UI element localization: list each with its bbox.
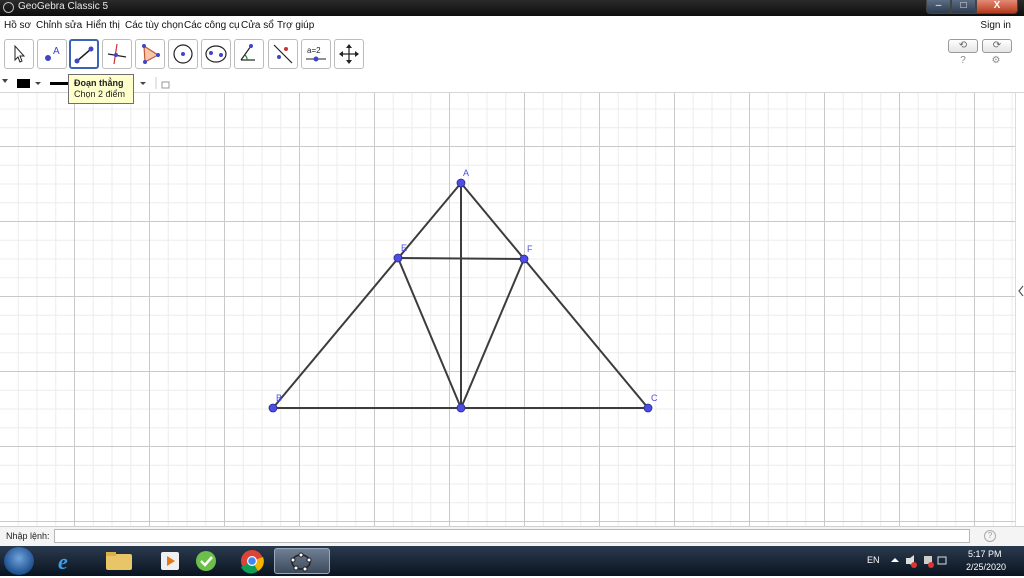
command-input[interactable] <box>54 529 970 543</box>
segment-AC[interactable] <box>460 182 649 409</box>
gear-icon[interactable]: ⚙ <box>989 54 1003 68</box>
circle-tool-button[interactable] <box>168 39 198 69</box>
point-tool-label: A <box>53 46 60 57</box>
geogebra-app-icon <box>3 2 14 13</box>
line-style-icon <box>50 82 70 85</box>
point-C[interactable] <box>643 403 653 413</box>
redo-icon: ⟳ <box>992 40 1002 51</box>
slider-tool-icon: a=2 <box>306 46 326 62</box>
move-graphics-tool-button[interactable] <box>334 39 364 69</box>
slider-tool-label: a=2 <box>307 46 321 55</box>
menu-view[interactable]: Hiển thị <box>86 20 120 31</box>
menu-bar: Hồ sơ Chỉnh sửa Hiển thị Các tùy chọn Cá… <box>0 16 1024 36</box>
color-dropdown-icon <box>35 82 41 85</box>
menu-help[interactable]: Trợ giúp <box>277 20 314 31</box>
move-graphics-tool-icon <box>339 44 359 64</box>
geogebra-icon[interactable] <box>274 548 330 574</box>
ellipse-tool-icon <box>205 45 227 63</box>
maximize-button[interactable]: □ <box>951 0 976 14</box>
style-bar <box>0 74 1024 93</box>
point-tool-icon: A <box>45 46 60 61</box>
slider-tool-button[interactable]: a=2 <box>301 39 331 69</box>
window-controls: – □ X <box>926 0 1018 14</box>
reflect-tool-button[interactable] <box>268 39 298 69</box>
tray-icons <box>891 555 947 568</box>
polygon-tool-button[interactable] <box>135 39 165 69</box>
line-style-dropdown-icon <box>140 82 146 85</box>
point-B[interactable] <box>268 403 278 413</box>
toggle-style-bar-icon <box>2 79 8 83</box>
point-label-A: A <box>463 168 469 178</box>
undo-icon: ⟲ <box>958 40 968 51</box>
move-tool-icon <box>14 44 26 63</box>
segment-AB[interactable] <box>272 182 462 409</box>
point-tool-button[interactable]: A <box>37 39 67 69</box>
point-A[interactable] <box>456 178 466 188</box>
segment-FD[interactable] <box>460 258 525 409</box>
angle-tool-button[interactable] <box>234 39 264 69</box>
perpendicular-line-tool-icon <box>107 43 127 65</box>
input-bar-label: Nhập lệnh: <box>6 531 50 541</box>
point-E[interactable] <box>393 253 403 263</box>
undo-button[interactable]: ⟲ <box>948 39 978 53</box>
segment-tool-icon <box>74 46 94 64</box>
collapse-panel-icon[interactable] <box>1016 93 1024 526</box>
reflect-tool-icon <box>273 44 293 64</box>
close-button[interactable]: X <box>976 0 1018 14</box>
help-icon[interactable]: ? <box>956 54 970 68</box>
point-F[interactable] <box>519 254 529 264</box>
ellipse-tool-button[interactable] <box>201 39 231 69</box>
menu-window[interactable]: Cửa sổ <box>241 20 274 31</box>
perpendicular-line-tool-button[interactable] <box>102 39 132 69</box>
clock-time[interactable]: 5:17 PM <box>968 549 1002 559</box>
sign-in-link[interactable]: Sign in <box>980 20 1011 31</box>
tooltip-subtitle: Chọn 2 điểm <box>74 89 126 99</box>
input-help-icon[interactable]: ? <box>984 530 996 542</box>
point-label-F: F <box>527 244 533 254</box>
point-unnamed[interactable] <box>456 403 466 413</box>
circle-center-tool-icon <box>173 44 193 64</box>
redo-button[interactable]: ⟳ <box>982 39 1012 53</box>
internet-explorer-icon[interactable]: e <box>40 548 96 574</box>
tooltip-title: Đoạn thẳng <box>74 78 124 88</box>
menu-options[interactable]: Các tùy chọn <box>125 20 183 31</box>
windows-start-icon[interactable] <box>4 547 34 575</box>
action-center-icon <box>937 556 947 565</box>
lock-icon <box>161 81 170 89</box>
input-bar: Nhập lệnh: ? <box>0 526 1024 546</box>
segment-tool-button[interactable] <box>69 39 99 69</box>
show-hidden-icons-icon <box>891 558 899 562</box>
clock-date[interactable]: 2/25/2020 <box>966 562 1006 572</box>
menu-tools[interactable]: Các công cụ <box>184 20 240 31</box>
menu-file[interactable]: Hồ sơ <box>4 20 31 31</box>
color-swatch-icon <box>17 79 30 88</box>
segment-ED[interactable] <box>397 257 462 409</box>
title-bar: GeoGebra Classic 5 – □ X <box>0 0 1024 16</box>
tool-tooltip: Đoạn thẳng Chọn 2 điểm <box>68 74 134 104</box>
point-label-B: B <box>276 393 282 403</box>
language-indicator[interactable]: EN <box>867 555 880 565</box>
taskbar: e EN 5:17 PM 2/25/2020 <box>0 546 1024 576</box>
construction-canvas[interactable]: A B C E F <box>0 93 1015 526</box>
point-label-C: C <box>651 393 658 403</box>
polygon-tool-icon <box>142 44 160 64</box>
minimize-button[interactable]: – <box>926 0 951 14</box>
toolbar: A a=2 ⟲ ⟳ ? ⚙ <box>0 36 1024 74</box>
move-tool-button[interactable] <box>4 39 34 69</box>
window-title: GeoGebra Classic 5 <box>18 1 109 12</box>
menu-edit[interactable]: Chỉnh sửa <box>36 20 82 31</box>
angle-tool-icon <box>240 44 255 61</box>
file-explorer-icon[interactable] <box>92 548 148 574</box>
panel-edge <box>1015 93 1024 526</box>
svg-text:e: e <box>58 549 68 574</box>
point-label-E: E <box>401 243 407 253</box>
graphics-view[interactable]: A B C E F <box>0 93 1015 526</box>
